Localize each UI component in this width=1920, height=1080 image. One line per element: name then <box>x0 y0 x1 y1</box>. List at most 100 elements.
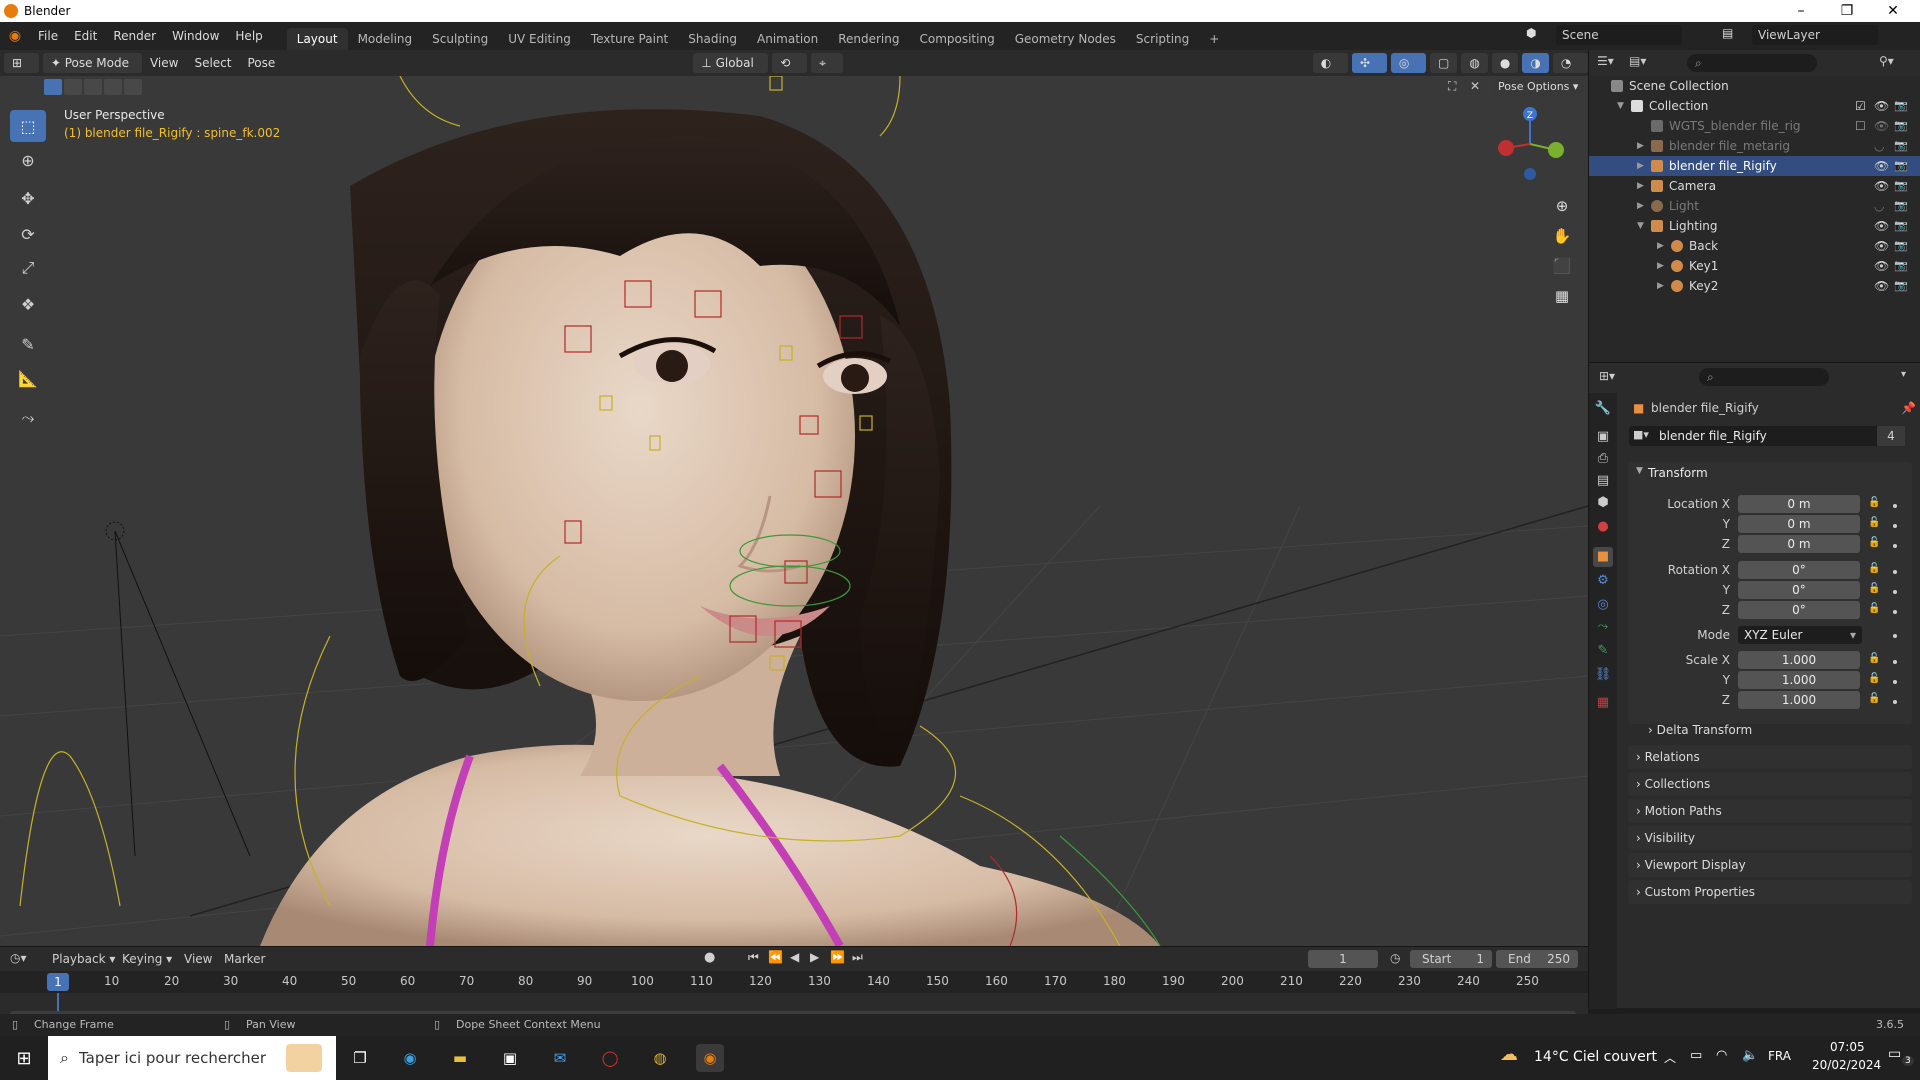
zoom-button[interactable]: ⊕ <box>1548 192 1576 220</box>
render-camera-icon[interactable]: 📷 <box>1894 96 1908 116</box>
marker-menu[interactable]: Marker <box>224 952 265 966</box>
outliner-row-back[interactable]: ▶ Back 👁 📷 <box>1589 236 1920 256</box>
wifi-icon[interactable]: ◠ <box>1716 1048 1727 1063</box>
prev-keyframe-icon[interactable]: ⏪ <box>768 950 783 964</box>
menu-file[interactable]: File <box>30 22 66 50</box>
tab-rendering[interactable]: Rendering <box>828 28 909 50</box>
outliner-row-scene-collection[interactable]: Scene Collection <box>1589 76 1920 96</box>
tab-geometry-nodes[interactable]: Geometry Nodes <box>1005 28 1126 50</box>
tab-animation[interactable]: Animation <box>747 28 828 50</box>
playback-menu[interactable]: Playback ▾ <box>52 952 115 966</box>
ortho-toggle-button[interactable]: ▦ <box>1548 282 1576 310</box>
render-camera-icon[interactable]: 📷 <box>1894 156 1908 176</box>
tab-sculpting[interactable]: Sculpting <box>422 28 498 50</box>
start-frame-field[interactable]: Start 1 <box>1410 950 1492 968</box>
eye-closed-icon[interactable]: ◡ <box>1874 136 1884 156</box>
keyframe-dot-icon[interactable] <box>1893 700 1897 704</box>
menu-view[interactable]: View <box>142 56 186 70</box>
minimize-button[interactable]: – <box>1778 0 1824 22</box>
tab-shading[interactable]: Shading <box>678 28 747 50</box>
checkbox-icon[interactable]: ☐ <box>1855 116 1866 136</box>
expand-arrow-icon[interactable]: ▼ <box>1617 96 1624 116</box>
lock-icon[interactable]: 🔓 <box>1868 563 1880 574</box>
properties-editor-type-icon[interactable]: ⊞▾ <box>1599 369 1615 383</box>
device-icon[interactable]: ▭ <box>1690 1048 1702 1063</box>
tab-scripting[interactable]: Scripting <box>1126 28 1199 50</box>
chevron-up-icon[interactable]: ︿ <box>1664 1049 1676 1066</box>
keyframe-dot-icon[interactable] <box>1893 680 1897 684</box>
navigation-gizmo[interactable]: Z <box>1490 104 1570 184</box>
scale-y-field[interactable]: 1.000 <box>1738 671 1860 689</box>
task-view-icon[interactable]: ❐ <box>346 1044 374 1072</box>
mail-icon[interactable]: ✉ <box>546 1044 574 1072</box>
taskbar-search-box[interactable]: ⌕ Taper ici pour rechercher <box>48 1036 336 1080</box>
clock-time[interactable]: 07:05 <box>1830 1040 1865 1054</box>
pan-button[interactable]: ✋ <box>1548 222 1576 250</box>
pivot-point-button[interactable]: ⟲ ▾ <box>772 53 808 90</box>
snap-button[interactable]: ⌖ ▾ <box>811 53 843 90</box>
add-workspace-button[interactable]: + <box>1199 28 1229 50</box>
view-layer-icon[interactable]: ▤ <box>1722 26 1733 40</box>
transform-tool[interactable]: ❖ <box>10 288 46 320</box>
relations-panel-header[interactable]: › Relations <box>1628 745 1912 769</box>
collections-panel-header[interactable]: › Collections <box>1628 772 1912 796</box>
scale-tool[interactable]: ⤢ <box>10 252 46 284</box>
pin-icon[interactable]: 📌 <box>1901 401 1916 415</box>
visibility-panel-header[interactable]: › Visibility <box>1628 826 1912 850</box>
outliner-row-wgts[interactable]: WGTS_blender file_rig ☐ 👁 📷 <box>1589 116 1920 136</box>
display-mode-icon[interactable]: ▤▾ <box>1629 54 1646 68</box>
outliner-row-metarig[interactable]: ▶ blender file_metarig ◡ 📷 <box>1589 136 1920 156</box>
cursor-tool[interactable]: ⊕ <box>10 144 46 176</box>
select-invert-icon[interactable] <box>104 79 122 95</box>
expand-arrow-icon[interactable]: ▶ <box>1637 196 1644 216</box>
outliner-editor-type-icon[interactable]: ☰▾ <box>1597 54 1614 68</box>
expand-arrow-icon[interactable]: ▶ <box>1657 236 1664 256</box>
keyframe-dot-icon[interactable] <box>1893 660 1897 664</box>
expand-arrow-icon[interactable]: ▶ <box>1657 256 1664 276</box>
chrome-icon[interactable]: ◍ <box>646 1044 674 1072</box>
eye-icon[interactable]: 👁 <box>1874 256 1889 276</box>
datablock-name-field[interactable]: blender file_Rigify <box>1659 429 1767 443</box>
expand-arrow-icon[interactable]: ▼ <box>1637 216 1644 236</box>
lock-icon[interactable]: 🔓 <box>1868 603 1880 614</box>
outliner-row-collection[interactable]: ▼ Collection ☑ 👁 📷 <box>1589 96 1920 116</box>
keyframe-dot-icon[interactable] <box>1893 524 1897 528</box>
lock-icon[interactable]: 🔓 <box>1868 673 1880 684</box>
render-camera-icon[interactable]: 📷 <box>1894 276 1908 296</box>
xray-button[interactable]: ▢ <box>1430 53 1458 73</box>
view-layer-tab-icon[interactable]: ▤ <box>1593 471 1613 491</box>
render-camera-icon[interactable]: 📷 <box>1894 236 1908 256</box>
lock-icon[interactable]: 🔓 <box>1868 537 1880 548</box>
eye-icon[interactable]: 👁 <box>1874 116 1889 136</box>
checkbox-icon[interactable]: ☑ <box>1855 96 1866 116</box>
move-tool[interactable]: ✥ <box>10 182 46 214</box>
keying-menu[interactable]: Keying ▾ <box>122 952 172 966</box>
eye-icon[interactable]: 👁 <box>1874 176 1889 196</box>
menu-pose[interactable]: Pose <box>240 56 284 70</box>
mode-selector[interactable]: ✦ Pose Mode ▾ <box>42 53 142 90</box>
view-layer-selector[interactable]: ViewLayer <box>1752 25 1878 45</box>
bone-tool[interactable]: ⤳ <box>10 402 46 434</box>
scale-x-field[interactable]: 1.000 <box>1738 651 1860 669</box>
annotate-tool[interactable]: ✎ <box>10 328 46 360</box>
shading-wireframe-button[interactable]: ◍ <box>1461 53 1488 73</box>
visibility-button[interactable]: ◐ ▾ <box>1312 53 1348 90</box>
select-box-tool[interactable]: ⬚ <box>10 110 46 142</box>
select-extend-icon[interactable] <box>64 79 82 95</box>
lock-icon[interactable]: 🔓 <box>1868 497 1880 508</box>
edge-icon[interactable]: ◉ <box>396 1044 424 1072</box>
outliner-row-light[interactable]: ▶ Light ◡ 📷 <box>1589 196 1920 216</box>
maximize-button[interactable]: ❐ <box>1824 0 1870 22</box>
menu-help[interactable]: Help <box>227 22 270 50</box>
output-tab-icon[interactable]: ⎙ <box>1593 449 1613 469</box>
rotate-tool[interactable]: ⟳ <box>10 218 46 250</box>
eye-icon[interactable]: 👁 <box>1874 216 1889 236</box>
menu-render[interactable]: Render <box>105 22 164 50</box>
jump-start-icon[interactable]: ⏮ <box>748 950 759 965</box>
outliner-row-key1[interactable]: ▶ Key1 👁 📷 <box>1589 256 1920 276</box>
play-icon[interactable]: ▶ <box>810 950 819 964</box>
rotation-mode-dropdown[interactable]: XYZ Euler ▾ <box>1738 626 1862 644</box>
scene-icon[interactable]: ⬢ <box>1526 26 1536 40</box>
render-tab-icon[interactable]: ▣ <box>1593 427 1613 447</box>
datablock-type-icon[interactable]: ■▾ <box>1633 428 1649 441</box>
